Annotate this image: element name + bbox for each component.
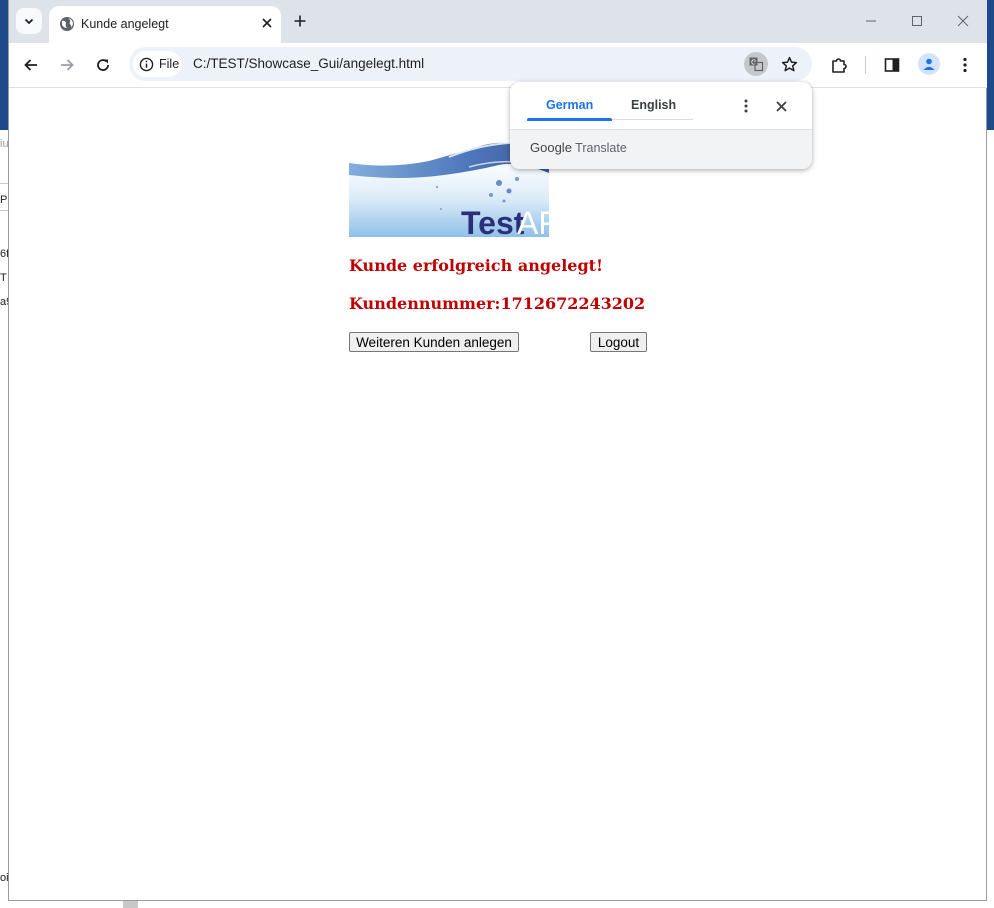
tab-strip: Kunde angelegt [9,0,987,43]
translate-icon: G [749,57,764,72]
reload-icon [97,59,109,71]
maximize-button[interactable] [904,10,930,32]
maximize-icon [912,16,922,26]
tab-title: Kunde angelegt [81,17,169,31]
window-close-button[interactable] [950,10,976,32]
arrow-left-icon [24,59,37,71]
new-tab-button[interactable] [290,11,310,31]
forward-button[interactable] [55,53,79,77]
extensions-button[interactable] [827,53,851,77]
translate-tab-german[interactable]: German [546,98,593,112]
more-vertical-icon [744,99,748,113]
side-panel-icon [884,58,900,72]
tab-active[interactable]: Kunde angelegt [49,6,281,43]
background-right [987,130,994,908]
address-bar[interactable]: File C:/TEST/Showcase_Gui/angelegt.html … [129,47,812,81]
customer-number: Kundennummer:1712672243202 [349,294,646,313]
logo-text-af: AF [517,205,549,237]
background-scroll-thumb [123,901,138,908]
info-icon [139,57,154,71]
plus-icon [294,15,306,27]
new-customer-button[interactable]: Weiteren Kunden anlegen [349,332,519,352]
chevron-down-icon [24,18,34,25]
puzzle-icon [832,58,847,73]
google-wordmark: Google [530,140,572,155]
translate-wordmark: Translate [575,141,627,155]
success-message: Kunde erfolgreich angelegt! [349,256,604,275]
tab-search-button[interactable] [16,8,42,34]
side-panel-button[interactable] [880,53,904,77]
translate-popup: German English Google Translate [510,82,812,169]
bookmark-button[interactable] [777,52,801,76]
background-divider [0,183,8,184]
background-divider [0,210,8,211]
back-button[interactable] [19,53,43,77]
profile-avatar[interactable] [918,53,940,75]
arrow-right-icon [61,59,74,71]
menu-button[interactable] [953,53,977,77]
logo-text-test: Test [461,205,525,237]
more-vertical-icon [963,57,967,73]
background-text: T [0,272,7,284]
minimize-icon [866,20,876,22]
google-translate-brand: Google Translate [530,140,627,155]
logout-button[interactable]: Logout [590,332,647,352]
background-window-strip-right [987,0,994,130]
translate-button[interactable]: G [744,52,768,76]
site-info-chip[interactable]: File [133,51,181,77]
close-icon [957,15,969,27]
close-icon [262,18,272,28]
translate-options-button[interactable] [736,96,756,116]
reload-button[interactable] [91,53,115,77]
minimize-button[interactable] [858,10,884,32]
translate-close-button[interactable] [771,96,791,116]
translate-tab-english[interactable]: English [631,98,676,112]
person-icon [923,58,935,70]
url-text: C:/TEST/Showcase_Gui/angelegt.html [193,56,425,71]
browser-window: Kunde angelegt File C:/TEST/Showcase_Gui… [8,0,987,901]
globe-icon [60,17,74,31]
toolbar-separator [865,56,866,74]
tab-close-button[interactable] [258,14,276,32]
translate-tab-indicator [527,118,612,121]
close-icon [775,100,787,112]
translate-footer: Google Translate [510,129,812,169]
site-info-label: File [159,57,180,71]
star-icon [781,56,797,71]
browser-toolbar: File C:/TEST/Showcase_Gui/angelegt.html … [9,43,987,88]
background-window-strip [0,0,8,130]
